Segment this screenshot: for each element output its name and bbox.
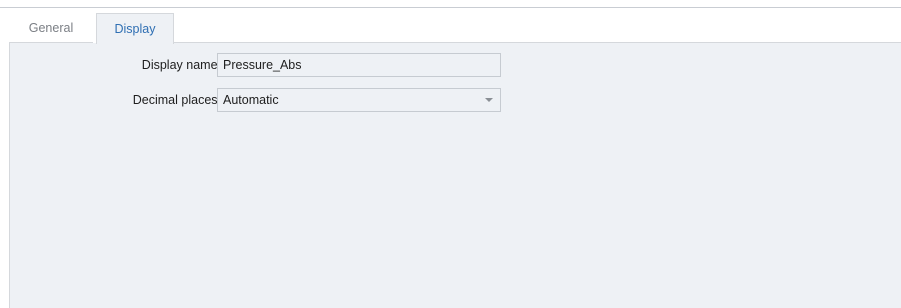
window-top-border: [0, 7, 901, 8]
decimal-places-value: Automatic: [223, 93, 279, 107]
display-name-field[interactable]: Pressure_Abs: [217, 53, 501, 77]
display-tab-panel: Display name: Pressure_Abs Decimal place…: [9, 43, 901, 308]
decimal-places-row: Decimal places: Automatic: [10, 88, 901, 112]
tab-display[interactable]: Display: [96, 13, 174, 44]
decimal-places-label: Decimal places:: [132, 93, 221, 107]
display-name-row: Display name: Pressure_Abs: [10, 53, 901, 77]
chevron-down-icon[interactable]: [485, 98, 493, 102]
properties-window: General Display Display name: Pressure_A…: [0, 0, 901, 308]
tab-general[interactable]: General: [9, 13, 93, 43]
display-name-label: Display name:: [141, 58, 221, 72]
tab-strip: General Display: [9, 13, 901, 44]
decimal-places-select[interactable]: Automatic: [217, 88, 501, 112]
